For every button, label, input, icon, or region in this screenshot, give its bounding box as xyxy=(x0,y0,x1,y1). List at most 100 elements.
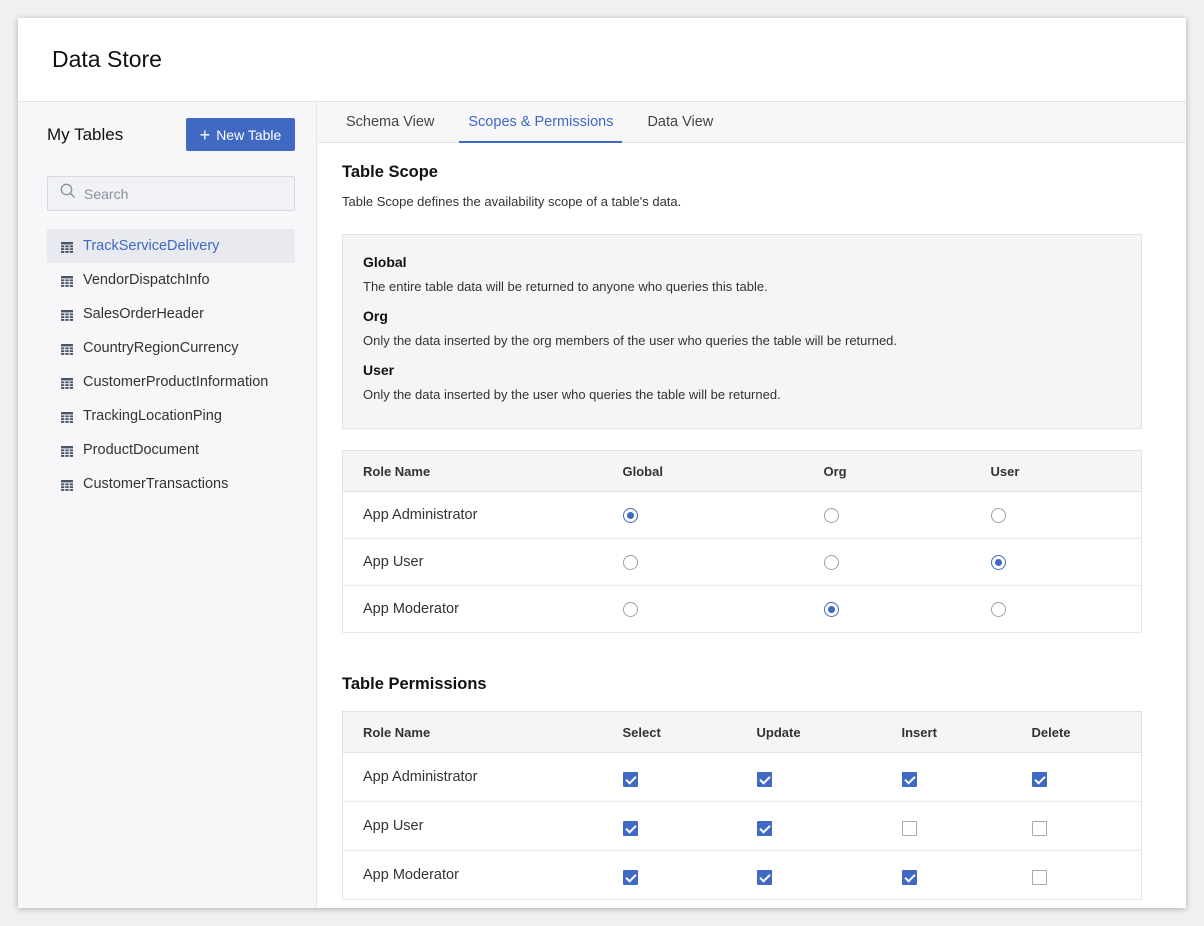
table-scope-title: Table Scope xyxy=(342,163,438,181)
column-header-role-name: Role Name xyxy=(342,450,623,492)
permissions-table-header: Role Name Select Update Insert Delete xyxy=(342,711,1142,753)
view-tabs: Schema View Scopes & Permissions Data View xyxy=(317,102,1186,143)
update-checkbox[interactable] xyxy=(756,820,772,836)
scope-radio-user[interactable] xyxy=(990,554,1006,570)
scope-row: App Administrator xyxy=(342,491,1142,539)
column-header-update: Update xyxy=(756,711,902,753)
plus-icon: + xyxy=(199,124,211,145)
role-name: App Administrator xyxy=(342,491,623,539)
sidebar-item-label: SalesOrderHeader xyxy=(83,306,204,322)
permission-cell xyxy=(622,752,757,802)
permission-row: App Administrator xyxy=(342,752,1142,802)
scope-cell xyxy=(622,491,824,539)
tab-schema-view[interactable]: Schema View xyxy=(337,102,443,143)
scope-name: Org xyxy=(363,308,388,324)
role-name: App Administrator xyxy=(342,752,623,802)
column-header-select: Select xyxy=(622,711,757,753)
scope-description: The entire table data will be returned t… xyxy=(363,279,768,294)
select-checkbox[interactable] xyxy=(622,771,638,787)
role-name: App User xyxy=(342,801,623,851)
sidebar: My Tables + New Table TrackServiceDelive… xyxy=(18,102,317,908)
sidebar-item-productdocument[interactable]: ProductDocument xyxy=(47,433,295,467)
scope-cell xyxy=(990,538,1142,586)
scope-definitions: Global The entire table data will be retu… xyxy=(342,234,1142,429)
scope-radio-global[interactable] xyxy=(622,507,638,523)
app-body: My Tables + New Table TrackServiceDelive… xyxy=(18,102,1186,908)
scope-row: App User xyxy=(342,538,1142,586)
permission-cell xyxy=(622,850,757,900)
scope-definition-org: Org Only the data inserted by the org mem… xyxy=(363,308,1121,348)
permission-cell xyxy=(756,850,902,900)
permission-cell xyxy=(756,752,902,802)
insert-checkbox[interactable] xyxy=(901,869,917,885)
insert-checkbox[interactable] xyxy=(901,771,917,787)
new-table-button[interactable]: + New Table xyxy=(186,118,295,151)
permission-cell xyxy=(1031,850,1142,900)
insert-checkbox[interactable] xyxy=(901,820,917,836)
search-input[interactable] xyxy=(84,185,284,202)
update-checkbox[interactable] xyxy=(756,771,772,787)
scope-cell xyxy=(622,585,824,633)
column-header-delete: Delete xyxy=(1031,711,1142,753)
scope-radio-user[interactable] xyxy=(990,507,1006,523)
permission-cell xyxy=(901,801,1032,851)
permission-cell xyxy=(901,850,1032,900)
delete-checkbox[interactable] xyxy=(1031,771,1047,787)
select-checkbox[interactable] xyxy=(622,820,638,836)
select-checkbox[interactable] xyxy=(622,869,638,885)
sidebar-item-customertransactions[interactable]: CustomerTransactions xyxy=(47,467,295,501)
scope-radio-global[interactable] xyxy=(622,554,638,570)
scope-radio-global[interactable] xyxy=(622,601,638,617)
delete-checkbox[interactable] xyxy=(1031,869,1047,885)
sidebar-item-trackinglocationping[interactable]: TrackingLocationPing xyxy=(47,399,295,433)
sidebar-item-salesorderheader[interactable]: SalesOrderHeader xyxy=(47,297,295,331)
table-scope-description: Table Scope defines the availability sco… xyxy=(342,194,682,209)
delete-checkbox[interactable] xyxy=(1031,820,1047,836)
main-panel: Schema View Scopes & Permissions Data View… xyxy=(317,102,1186,908)
sidebar-item-label: TrackingLocationPing xyxy=(83,408,222,424)
scope-row: App Moderator xyxy=(342,585,1142,633)
permission-row: App User xyxy=(342,801,1142,851)
sidebar-header: My Tables + New Table xyxy=(47,118,295,151)
page-title: Data Store xyxy=(52,46,162,72)
scope-name: User xyxy=(363,362,395,378)
scope-radio-org[interactable] xyxy=(823,601,839,617)
permission-cell xyxy=(901,752,1032,802)
permission-row: App Moderator xyxy=(342,850,1142,900)
table-list: TrackServiceDelivery VendorDispatchInfo Sa… xyxy=(47,229,295,501)
tab-scopes-permissions[interactable]: Scopes & Permissions xyxy=(459,102,623,143)
column-header-insert: Insert xyxy=(901,711,1032,753)
sidebar-item-trackservicedelivery[interactable]: TrackServiceDelivery xyxy=(47,229,295,263)
sidebar-item-customerproductinformation[interactable]: CustomerProductInformation xyxy=(47,365,295,399)
scope-description: Only the data inserted by the org member… xyxy=(363,333,898,348)
scope-cell xyxy=(823,585,991,633)
sidebar-item-label: CustomerProductInformation xyxy=(83,374,269,390)
column-header-role-name: Role Name xyxy=(342,711,623,753)
table-icon xyxy=(61,275,73,287)
scope-radio-org[interactable] xyxy=(823,554,839,570)
sidebar-item-vendordispatchinfo[interactable]: VendorDispatchInfo xyxy=(47,263,295,297)
permissions-table: Role Name Select Update Insert Delete App Ad… xyxy=(342,711,1142,900)
update-checkbox[interactable] xyxy=(756,869,772,885)
sidebar-item-label: TrackServiceDelivery xyxy=(83,238,220,254)
table-icon xyxy=(61,343,73,355)
sidebar-item-countryregioncurrency[interactable]: CountryRegionCurrency xyxy=(47,331,295,365)
scope-table: Role Name Global Org User App Administrator… xyxy=(342,450,1142,633)
tab-data-view[interactable]: Data View xyxy=(638,102,722,143)
scope-table-header: Role Name Global Org User xyxy=(342,450,1142,492)
scope-cell xyxy=(990,491,1142,539)
content: Table Scope Table Scope defines the avai… xyxy=(317,143,1186,900)
table-icon xyxy=(61,479,73,491)
scope-description: Only the data inserted by the user who q… xyxy=(363,387,781,402)
app-window: Data Store My Tables + New Table TrackSe… xyxy=(18,18,1186,908)
scope-radio-user[interactable] xyxy=(990,601,1006,617)
search-icon xyxy=(60,183,76,204)
table-permissions-title: Table Permissions xyxy=(342,675,487,693)
column-header-global: Global xyxy=(622,450,824,492)
permission-cell xyxy=(1031,752,1142,802)
table-icon xyxy=(61,377,73,389)
scope-cell xyxy=(622,538,824,586)
table-icon xyxy=(61,445,73,457)
scope-radio-org[interactable] xyxy=(823,507,839,523)
column-header-org: Org xyxy=(823,450,991,492)
